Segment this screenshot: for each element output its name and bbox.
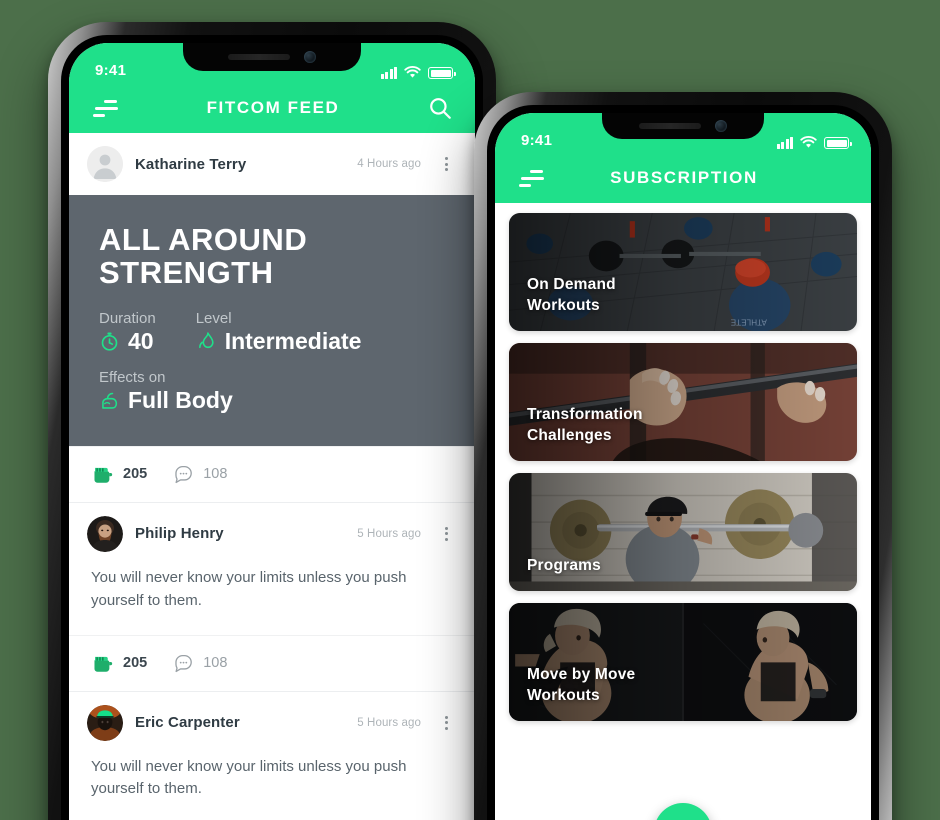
comment-button[interactable]: 108: [173, 653, 227, 674]
avatar[interactable]: [87, 146, 123, 182]
duration-value-group: 40: [99, 328, 156, 355]
man-in-cap-photo: [87, 704, 123, 741]
speaker-grille-icon: [228, 54, 290, 60]
status-icons: [776, 136, 852, 149]
list-item[interactable]: Transformation Challenges: [509, 343, 857, 461]
phone-right-screen: 9:41 SUBSCRIPTION On Demand Workouts Tra…: [495, 113, 871, 820]
status-time: 9:41: [95, 62, 127, 79]
stopwatch-icon: [101, 332, 118, 351]
speaker-grille-icon: [639, 123, 701, 129]
battery-full-icon: [824, 137, 852, 149]
bearded-man-photo: [87, 515, 123, 552]
card-label: On Demand Workouts: [527, 276, 616, 315]
phone-right-subscription: 9:41 SUBSCRIPTION On Demand Workouts Tra…: [474, 92, 892, 820]
post-body: You will never know your limits unless y…: [91, 568, 407, 609]
flexed-bicep-icon: [102, 392, 118, 409]
list-item[interactable]: Philip Henry 5 Hours ago You will never …: [69, 502, 475, 691]
signal-bars-icon: [776, 137, 793, 149]
fist-bump-icon: [94, 467, 113, 483]
list-item[interactable]: ATHLETE On Demand Workouts: [509, 213, 857, 331]
avatar[interactable]: [87, 515, 123, 552]
phone-left-bezel: 9:41 FITCOM FEED Katharine Terry 4 Hours…: [61, 35, 483, 820]
level-label: Level: [195, 309, 232, 327]
kebab-menu-icon[interactable]: [439, 526, 453, 541]
appbar-spacer: [823, 165, 849, 191]
app-bar-right: SUBSCRIPTION: [495, 153, 871, 203]
wifi-icon: [404, 66, 421, 78]
post-header: Philip Henry 5 Hours ago: [69, 503, 475, 565]
front-camera-icon: [304, 51, 316, 63]
hamburger-menu-icon[interactable]: [93, 99, 119, 117]
comment-count: 108: [203, 466, 228, 483]
post-header: Eric Carpenter 5 Hours ago: [69, 692, 475, 754]
status-icons: [380, 66, 456, 79]
default-person-avatar: [87, 146, 123, 182]
page-title: FITCOM FEED: [206, 98, 340, 117]
avatar[interactable]: [87, 704, 123, 741]
level-value: Intermediate: [224, 327, 362, 354]
post-body: You will never know your limits unless y…: [91, 757, 407, 798]
post-header: Katharine Terry 4 Hours ago: [69, 133, 475, 195]
workout-meta-row: Duration 40 Level Intermediate: [99, 310, 445, 355]
notch-left: [183, 43, 361, 71]
list-item[interactable]: Katharine Terry 4 Hours ago ALL AROUND S…: [69, 133, 475, 502]
signal-bars-icon: [380, 67, 397, 79]
kebab-menu-icon[interactable]: [439, 715, 453, 730]
post-author: Eric Carpenter: [135, 714, 240, 732]
phone-left-screen: 9:41 FITCOM FEED Katharine Terry 4 Hours…: [69, 43, 475, 820]
comment-button[interactable]: 108: [173, 464, 227, 485]
card-label: Programs: [527, 557, 601, 575]
notch-right: [602, 113, 764, 139]
search-icon[interactable]: [427, 95, 453, 121]
front-camera-icon: [715, 120, 727, 132]
post-author: Katharine Terry: [135, 155, 247, 173]
phone-left-feed: 9:41 FITCOM FEED Katharine Terry 4 Hours…: [48, 22, 496, 820]
like-button[interactable]: 205: [91, 653, 147, 674]
workout-title: ALL AROUND STRENGTH: [99, 222, 308, 291]
like-button[interactable]: 205: [91, 464, 147, 485]
workout-effects: Effects on Full Body: [99, 369, 445, 414]
list-item[interactable]: Eric Carpenter 5 Hours ago You will neve…: [69, 691, 475, 820]
effects-value-group: Full Body: [99, 387, 445, 414]
post-stats: 205 108: [69, 634, 475, 691]
comment-count: 108: [203, 655, 228, 672]
comment-bubble-icon: [175, 465, 193, 483]
workout-level: Level Intermediate: [196, 310, 362, 355]
workout-duration: Duration 40: [99, 310, 156, 355]
fist-bump-icon: [94, 656, 113, 672]
list-item[interactable]: Move by Move Workouts: [509, 603, 857, 721]
phone-right-bezel: 9:41 SUBSCRIPTION On Demand Workouts Tra…: [487, 105, 879, 820]
duration-label: Duration: [99, 309, 156, 327]
app-bar-left: FITCOM FEED: [69, 83, 475, 133]
post-timestamp: 5 Hours ago: [357, 716, 421, 729]
duration-value: 40: [128, 327, 154, 354]
battery-full-icon: [428, 67, 456, 79]
status-time: 9:41: [521, 132, 553, 149]
card-label: Transformation Challenges: [527, 406, 643, 445]
post-author: Philip Henry: [135, 525, 224, 543]
post-stats: 205 108: [69, 445, 475, 502]
effects-value: Full Body: [128, 386, 233, 413]
post-timestamp: 5 Hours ago: [357, 527, 421, 540]
hamburger-menu-icon[interactable]: [519, 169, 545, 187]
card-label: Move by Move Workouts: [527, 666, 636, 705]
page-title: SUBSCRIPTION: [610, 168, 758, 187]
post-timestamp: 4 Hours ago: [357, 158, 421, 170]
like-count: 205: [123, 466, 148, 483]
list-item[interactable]: Programs: [509, 473, 857, 591]
comment-bubble-icon: [175, 654, 193, 672]
feed-list[interactable]: Katharine Terry 4 Hours ago ALL AROUND S…: [69, 133, 475, 820]
wifi-icon: [800, 136, 817, 148]
kebab-menu-icon[interactable]: [439, 157, 453, 171]
like-count: 205: [123, 655, 148, 672]
subscription-card-list[interactable]: ATHLETE On Demand Workouts: [495, 203, 871, 820]
level-value-group: Intermediate: [196, 327, 362, 355]
effects-label: Effects on: [99, 368, 166, 386]
flame-icon: [198, 332, 214, 348]
workout-card[interactable]: ALL AROUND STRENGTH Duration 40 Level In…: [69, 195, 475, 446]
